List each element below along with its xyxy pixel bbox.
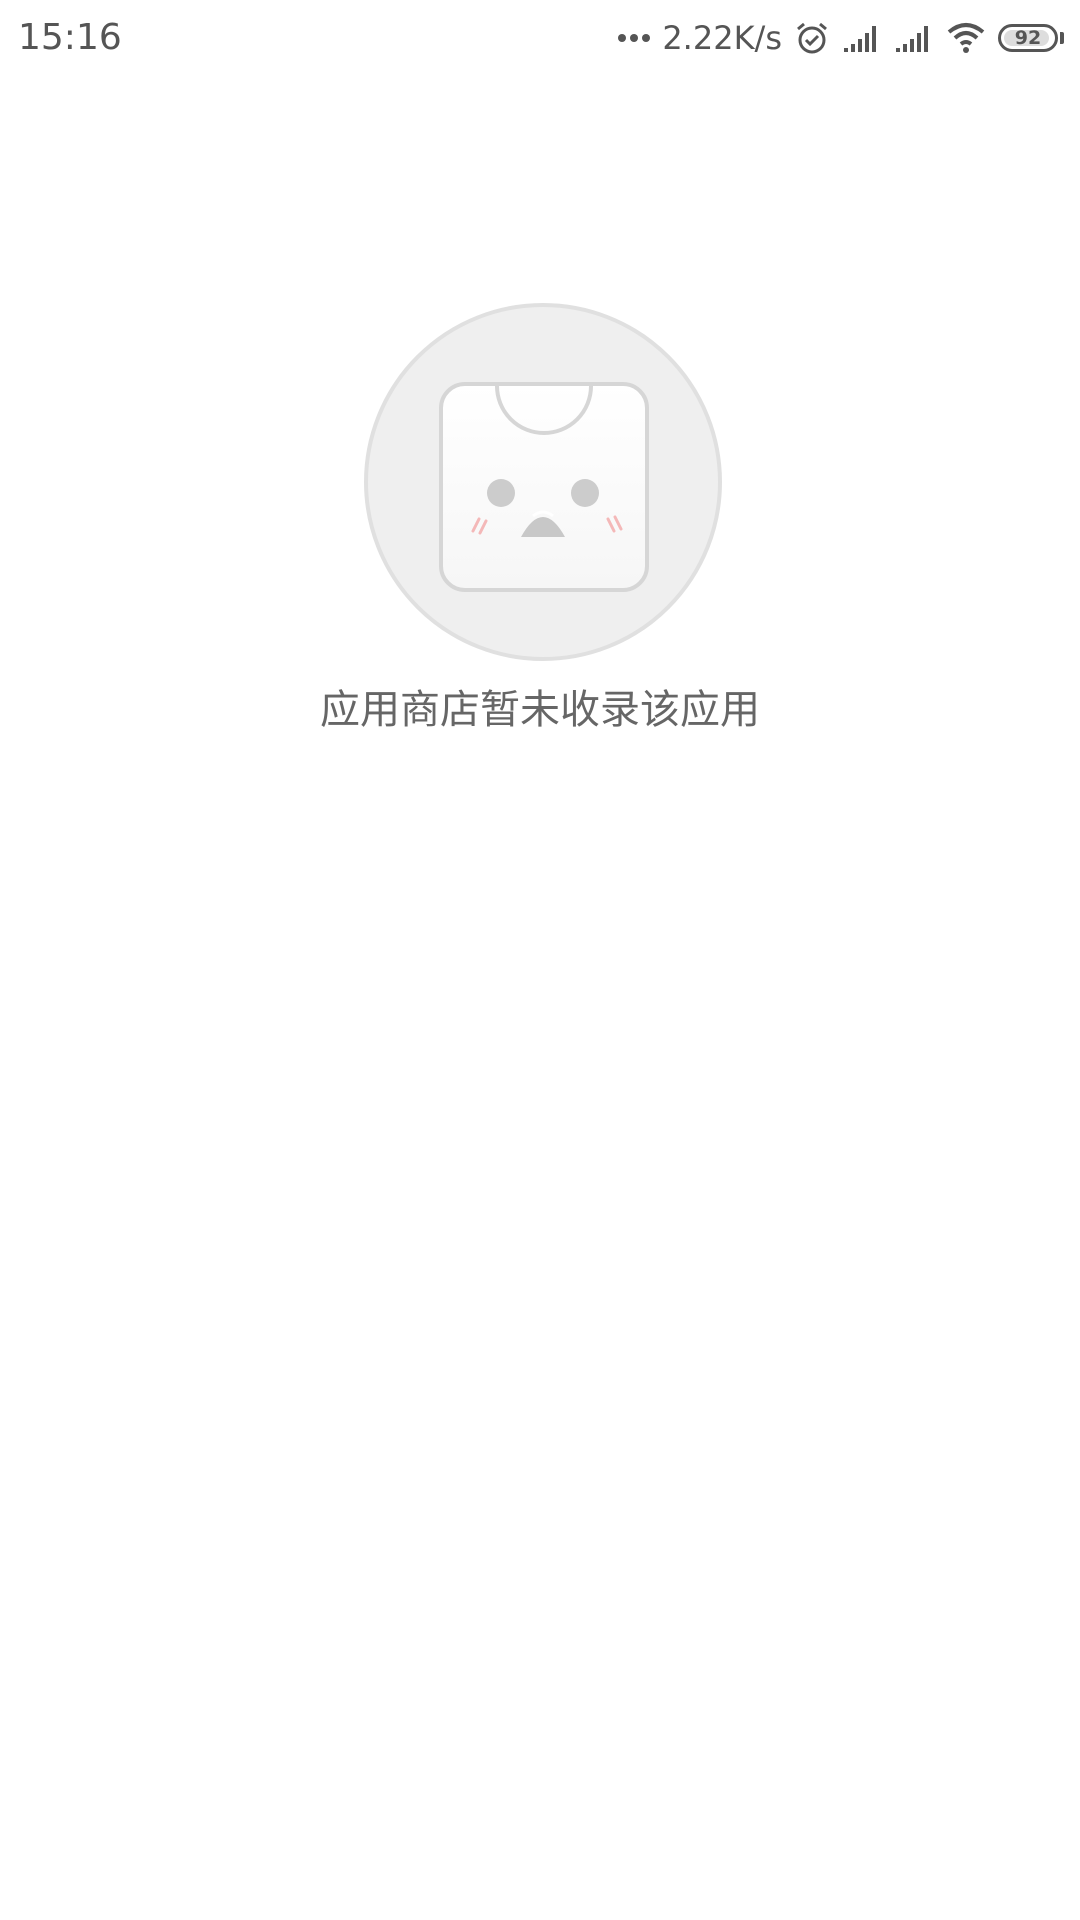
status-time: 15:16 (18, 17, 122, 58)
more-dots-icon (614, 34, 651, 42)
battery-level: 92 (1014, 27, 1042, 49)
alarm-icon (797, 22, 827, 54)
network-speed: 2.22K/s (662, 19, 782, 57)
battery-icon: 92 (998, 24, 1064, 52)
wifi-icon (947, 23, 985, 53)
empty-state-message: 应用商店暂未收录该应用 (320, 687, 760, 733)
status-bar: 15:16 2.22K/s 92 (0, 0, 1080, 76)
battery-body: 92 (998, 24, 1058, 52)
status-icons: 2.22K/s 92 (614, 14, 1064, 62)
signal-icon (896, 26, 928, 52)
signal-icon (844, 26, 876, 52)
sad-app-store-bag-icon (364, 303, 722, 661)
battery-tip (1060, 32, 1064, 44)
